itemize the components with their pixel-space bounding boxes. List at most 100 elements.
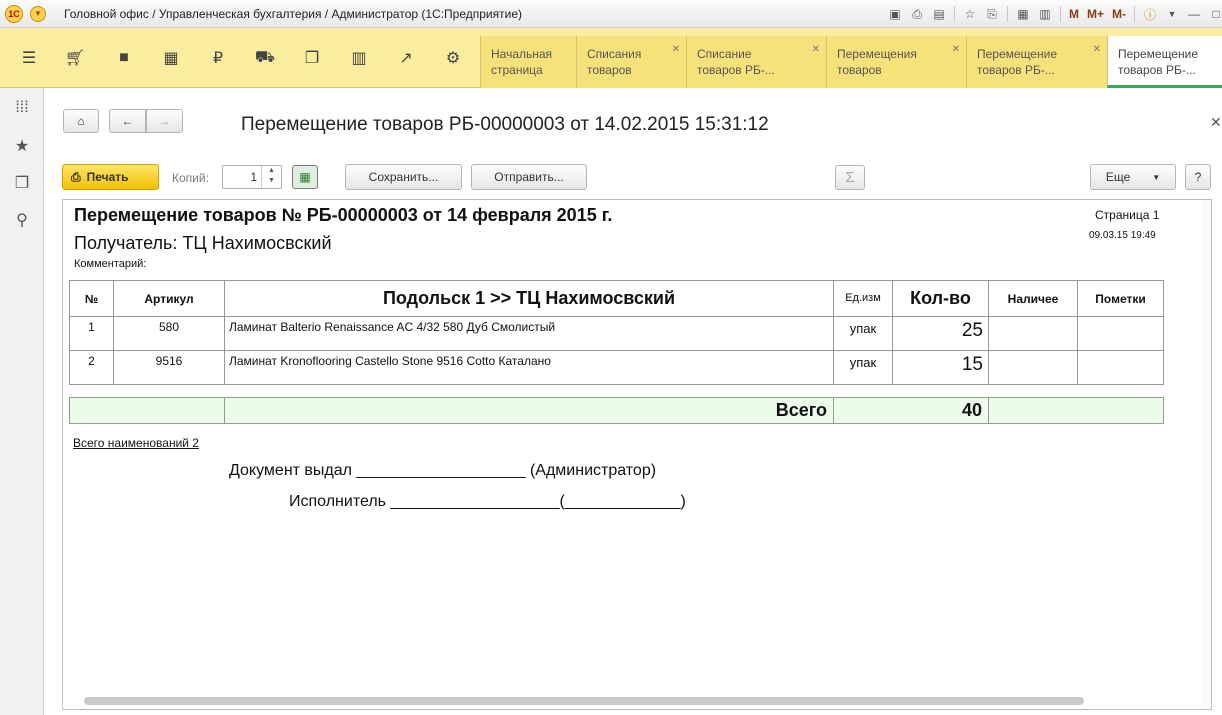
separator <box>954 6 955 22</box>
warehouse-icon[interactable]: ▦ <box>148 28 194 88</box>
printer-icon: ⎙ <box>71 169 81 184</box>
back-button[interactable]: ← <box>109 109 146 133</box>
row1-stock <box>988 316 1078 351</box>
home-icon: ⌂ <box>77 114 85 128</box>
cart-icon[interactable]: 🛒︎ <box>52 28 98 88</box>
report-comment-label: Комментарий: <box>74 258 147 270</box>
sections-panel: ☰ 🛒︎ ■ ▦ ₽ ⛟ ❐ ▥ ↗ ⚙ Начальная страница … <box>0 28 1222 88</box>
star-icon[interactable]: ★ <box>0 131 44 161</box>
tab-close-icon[interactable]: ✕ <box>952 42 960 58</box>
link-icon[interactable]: ⎘ <box>983 5 1001 23</box>
total-label: Всего <box>224 397 834 424</box>
memory-minus-button[interactable]: M- <box>1110 5 1128 23</box>
tab-label-line2: товаров РБ-... <box>1118 63 1196 77</box>
memory-m-button[interactable]: M <box>1067 5 1081 23</box>
horizontal-scrollbar[interactable] <box>84 697 1084 705</box>
app-logo-icon[interactable]: 1C <box>5 5 23 23</box>
favorites-icon[interactable]: ☆ <box>961 5 979 23</box>
col-header-unit: Ед.изм <box>833 280 893 317</box>
documents-icon[interactable]: ❐ <box>289 28 335 88</box>
col-header-notes: Пометки <box>1077 280 1164 317</box>
chevron-down-icon: ▼ <box>1152 172 1161 182</box>
row2-name: Ламинат Kronoflooring Castello Stone 951… <box>224 350 834 385</box>
maximize-icon[interactable]: □ <box>1207 5 1222 23</box>
history-icon[interactable]: ❐ <box>0 168 44 198</box>
copies-value: 1 <box>250 170 257 184</box>
truck-icon[interactable]: ⛟ <box>242 28 288 88</box>
tab-label-line1: Перемещения <box>837 47 917 61</box>
tab-label-line2: страница <box>491 63 543 77</box>
ruble-icon[interactable]: ₽ <box>195 28 241 88</box>
info-icon[interactable]: ⓘ <box>1141 5 1159 23</box>
row2-article: 9516 <box>113 350 225 385</box>
print-label: Печать <box>86 170 129 184</box>
tab-label-line1: Списание <box>697 47 752 61</box>
report-print-date: 09.03.15 19:49 <box>1089 230 1156 241</box>
total-names-count: Всего наименований 2 <box>73 436 199 450</box>
more-label: Еще <box>1105 170 1131 184</box>
tab-close-icon[interactable]: ✕ <box>1093 42 1101 58</box>
tab-label-line2: товаров <box>587 63 632 77</box>
tab-close-icon[interactable]: ✕ <box>672 42 680 58</box>
report-sheet[interactable] <box>62 199 1212 710</box>
page-title: Перемещение товаров РБ-00000003 от 14.02… <box>241 114 769 135</box>
total-qty: 40 <box>833 397 989 424</box>
search-icon[interactable]: ⚲ <box>0 205 44 235</box>
row1-qty: 25 <box>892 316 989 351</box>
print-icon[interactable]: ⎙ <box>908 5 926 23</box>
stepper-arrows[interactable]: ▲ ▼ <box>261 166 281 188</box>
save-icon[interactable]: ▣ <box>886 5 904 23</box>
row1-article: 580 <box>113 316 225 351</box>
copies-stepper[interactable]: 1 ▲ ▼ <box>222 165 282 189</box>
tab-label-line2: товаров <box>837 63 882 77</box>
tab-close-icon[interactable]: ✕ <box>812 42 820 58</box>
edit-report-button[interactable]: ▦ <box>292 165 318 189</box>
tab-label-line2: товаров РБ-... <box>977 63 1055 77</box>
row1-name: Ламинат Balterio Renaissance AC 4/32 580… <box>224 316 834 351</box>
tab-writeoffs[interactable]: Списания товаров ✕ <box>576 36 686 88</box>
main-menu-icon[interactable]: ☰ <box>6 28 52 88</box>
bag-icon[interactable]: ■ <box>101 28 147 88</box>
table-edit-icon: ▦ <box>299 170 311 184</box>
home-button[interactable]: ⌂ <box>63 109 99 133</box>
tab-label-line1: Начальная <box>491 47 553 61</box>
send-button[interactable]: Отправить... <box>471 164 587 190</box>
trend-icon[interactable]: ↗ <box>383 28 429 88</box>
arrow-right-icon: → <box>158 114 171 128</box>
vertical-scrollbar[interactable] <box>1201 200 1211 709</box>
col-header-article: Артикул <box>113 280 225 317</box>
save-button[interactable]: Сохранить... <box>345 164 462 190</box>
help-button[interactable]: ? <box>1185 164 1211 190</box>
tab-writeoff-rb[interactable]: Списание товаров РБ-... ✕ <box>686 36 826 88</box>
apps-grid-icon[interactable]: ⁞⁞⁞ <box>0 93 44 123</box>
separator <box>1007 6 1008 22</box>
print-button[interactable]: ⎙ Печать <box>62 164 159 190</box>
col-header-route: Подольск 1 >> ТЦ Нахимосвский <box>224 280 834 317</box>
forward-button[interactable]: → <box>146 109 183 133</box>
memory-plus-button[interactable]: M+ <box>1085 5 1106 23</box>
minimize-icon[interactable]: — <box>1185 5 1203 23</box>
tab-transfers[interactable]: Перемещения товаров ✕ <box>826 36 966 88</box>
col-header-stock: Наличее <box>988 280 1078 317</box>
tab-label-line2: товаров РБ-... <box>697 63 775 77</box>
calculator-icon[interactable]: ▦ <box>1014 5 1032 23</box>
preview-icon[interactable]: ▤ <box>930 5 948 23</box>
gear-icon[interactable]: ⚙ <box>430 28 476 88</box>
chevron-down-icon[interactable]: ▼ <box>1163 5 1181 23</box>
bar-chart-icon[interactable]: ▥ <box>336 28 382 88</box>
tab-transfer-rb-active[interactable]: Перемещение товаров РБ-... <box>1107 36 1222 88</box>
arrow-left-icon: ← <box>121 114 134 128</box>
sum-button[interactable]: Σ <box>835 165 865 190</box>
row2-num: 2 <box>69 350 114 385</box>
main-menu-dropdown-icon[interactable]: ▼ <box>30 6 46 22</box>
tab-home[interactable]: Начальная страница <box>480 36 576 88</box>
calendar-icon[interactable]: ▥ <box>1036 5 1054 23</box>
close-icon[interactable]: ✕ <box>1210 114 1222 131</box>
tab-transfer-rb[interactable]: Перемещение товаров РБ-... ✕ <box>966 36 1107 88</box>
separator <box>1060 6 1061 22</box>
row1-unit: упак <box>833 316 893 351</box>
title-bar: 1C ▼ Головной офис / Управленческая бухг… <box>0 0 1222 28</box>
row2-qty: 15 <box>892 350 989 385</box>
col-header-qty: Кол-во <box>892 280 989 317</box>
more-button[interactable]: Еще ▼ <box>1090 164 1176 190</box>
